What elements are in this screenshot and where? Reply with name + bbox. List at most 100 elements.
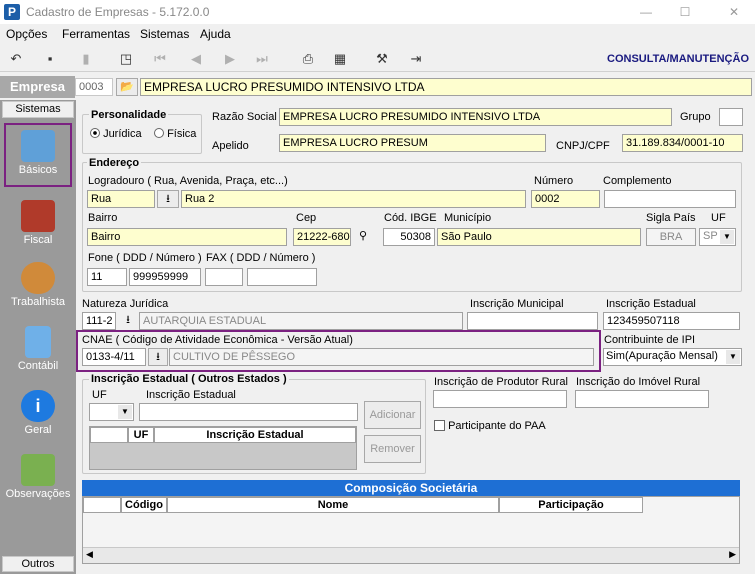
bairro-label: Bairro (88, 212, 118, 224)
menu-ajuda[interactable]: Ajuda (200, 27, 231, 41)
menu-sistemas[interactable]: Sistemas (140, 27, 189, 41)
numero-label: Número (534, 175, 574, 187)
lookup-download-icon[interactable]: ⭳ (157, 190, 179, 208)
sidebar-item-observacoes[interactable]: Observações (2, 450, 74, 510)
pais-label: Sigla País (646, 212, 696, 224)
radio-juridica[interactable]: Jurídica (90, 128, 142, 140)
exit-icon[interactable]: ⇥ (404, 49, 428, 69)
tools-icon[interactable]: ⚒ (370, 49, 394, 69)
produtor-rural-label: Inscrição de Produtor Rural (434, 376, 568, 388)
col-participacao[interactable]: Participação (499, 497, 643, 513)
sidebar-item-trabalhista[interactable]: Trabalhista (2, 258, 74, 318)
imovel-rural-input[interactable] (575, 390, 709, 408)
fax-label: FAX ( DDD / Número ) (206, 252, 316, 264)
checkbox-unchecked-icon (434, 420, 445, 431)
empresa-label: Empresa (0, 76, 75, 98)
municipio-input[interactable]: São Paulo (437, 228, 641, 246)
natureza-code-input[interactable]: 111-2 (82, 312, 116, 330)
close-icon[interactable]: ✕ (722, 3, 746, 21)
sidebar-item-label: Trabalhista (10, 296, 65, 308)
horizontal-scrollbar[interactable]: ◀ ▶ (83, 547, 739, 563)
open-folder-icon[interactable]: 📂 (116, 78, 138, 96)
next-record-icon[interactable]: ▶ (218, 49, 242, 69)
composicao-table[interactable]: Código Nome Participação ◀ ▶ (82, 496, 740, 564)
maximize-icon[interactable]: ☐ (673, 3, 697, 21)
grupo-input[interactable] (719, 108, 743, 126)
pais-input[interactable]: BRA (646, 228, 696, 246)
sidebar-item-contabil[interactable]: Contábil (2, 322, 74, 382)
fone-label: Fone ( DDD / Número ) (88, 252, 202, 264)
cep-input[interactable]: 21222-680 (293, 228, 351, 246)
empresa-name[interactable]: EMPRESA LUCRO PRESUMIDO INTENSIVO LTDA (140, 78, 752, 96)
uf-select[interactable]: SP ▼ (699, 228, 736, 246)
razao-input[interactable]: EMPRESA LUCRO PRESUMIDO INTENSIVO LTDA (279, 108, 672, 126)
natureza-label: Natureza Jurídica (82, 298, 169, 310)
insc-estadual-label: Inscrição Estadual (606, 298, 696, 310)
ie-input[interactable] (139, 403, 358, 421)
paa-label: Participante do PAA (448, 420, 546, 432)
personalidade-title: Personalidade (89, 109, 169, 121)
fone-input[interactable]: 999959999 (129, 268, 201, 286)
contribuinte-select[interactable]: Sim(Apuração Mensal) ▼ (603, 348, 742, 366)
apelido-label: Apelido (212, 140, 249, 152)
fax-input[interactable] (247, 268, 317, 286)
menu-ferramentas[interactable]: Ferramentas (62, 27, 130, 41)
minimize-icon[interactable]: — (634, 3, 658, 21)
lookup-download-icon[interactable]: ⭳ (118, 312, 138, 330)
col-codigo[interactable]: Código (121, 497, 167, 513)
insc-municipal-input[interactable] (467, 312, 598, 330)
complemento-input[interactable] (604, 190, 736, 208)
ie-uf-select[interactable]: ▼ (89, 403, 134, 421)
sidebar-item-geral[interactable]: i Geral (2, 386, 74, 446)
first-record-icon[interactable]: ⏮ (148, 49, 172, 69)
adicionar-button[interactable]: Adicionar (364, 401, 421, 429)
empresa-code[interactable]: 0003 (75, 78, 113, 96)
sidebar-footer[interactable]: Outros (2, 556, 74, 572)
logradouro-tipo-input[interactable]: Rua (87, 190, 155, 208)
sidebar-header[interactable]: Sistemas (2, 101, 74, 118)
app-icon: P (4, 4, 20, 20)
col-ie[interactable]: Inscrição Estadual (154, 427, 356, 443)
contribuinte-value: Sim(Apuração Mensal) (606, 350, 718, 362)
municipio-label: Município (444, 212, 492, 224)
ie-table[interactable]: UF Inscrição Estadual (89, 426, 357, 470)
window-title: Cadastro de Empresas - 5.172.0.0 (26, 5, 210, 19)
bairro-input[interactable]: Bairro (87, 228, 287, 246)
ibge-input[interactable]: 50308 (383, 228, 435, 246)
endereco-title: Endereço (87, 157, 142, 169)
previous-record-icon[interactable]: ◀ (184, 49, 208, 69)
fax-ddd-input[interactable] (205, 268, 243, 286)
preview-icon[interactable]: ◳ (114, 49, 138, 69)
scroll-left-icon[interactable]: ◀ (86, 549, 93, 560)
logradouro-input[interactable]: Rua 2 (181, 190, 526, 208)
scroll-right-icon[interactable]: ▶ (729, 549, 736, 560)
undo-icon[interactable]: ↶ (4, 49, 28, 69)
razao-label: Razão Social (212, 111, 277, 123)
binoculars-icon[interactable]: ⚲ (352, 228, 374, 246)
cnpj-input[interactable]: 31.189.834/0001-10 (622, 134, 743, 152)
toolbar: ↶ ▪ ▮ ◳ ⏮ ◀ ▶ ⏭ ⎙ ▦ ⚒ ⇥ CONSULTA/MANUTEN… (0, 46, 755, 72)
report-icon[interactable]: ▦ (328, 49, 352, 69)
produtor-rural-input[interactable] (433, 390, 567, 408)
menu-opcoes[interactable]: Opções (6, 27, 47, 41)
insc-estadual-input[interactable]: 123459507118 (603, 312, 740, 330)
fone-ddd-input[interactable]: 11 (87, 268, 127, 286)
document-icon[interactable]: ▮ (74, 49, 98, 69)
numero-input[interactable]: 0002 (531, 190, 600, 208)
chevron-down-icon: ▼ (118, 405, 132, 419)
apelido-input[interactable]: EMPRESA LUCRO PRESUM (279, 134, 546, 152)
save-icon[interactable]: ▪ (38, 49, 62, 69)
col-nome[interactable]: Nome (167, 497, 499, 513)
radio-fisica[interactable]: Física (154, 128, 196, 140)
last-record-icon[interactable]: ⏭ (250, 49, 274, 69)
insc-municipal-label: Inscrição Municipal (470, 298, 564, 310)
print-icon[interactable]: ⎙ (296, 49, 320, 69)
ie-label: Inscrição Estadual (146, 389, 236, 401)
imovel-rural-label: Inscrição do Imóvel Rural (576, 376, 701, 388)
col-uf[interactable]: UF (128, 427, 154, 443)
remover-button[interactable]: Remover (364, 435, 421, 463)
sidebar-item-fiscal[interactable]: Fiscal (2, 196, 74, 256)
row-selector-header (90, 427, 128, 443)
info-icon: i (21, 390, 55, 422)
paa-checkbox[interactable]: Participante do PAA (434, 420, 546, 432)
